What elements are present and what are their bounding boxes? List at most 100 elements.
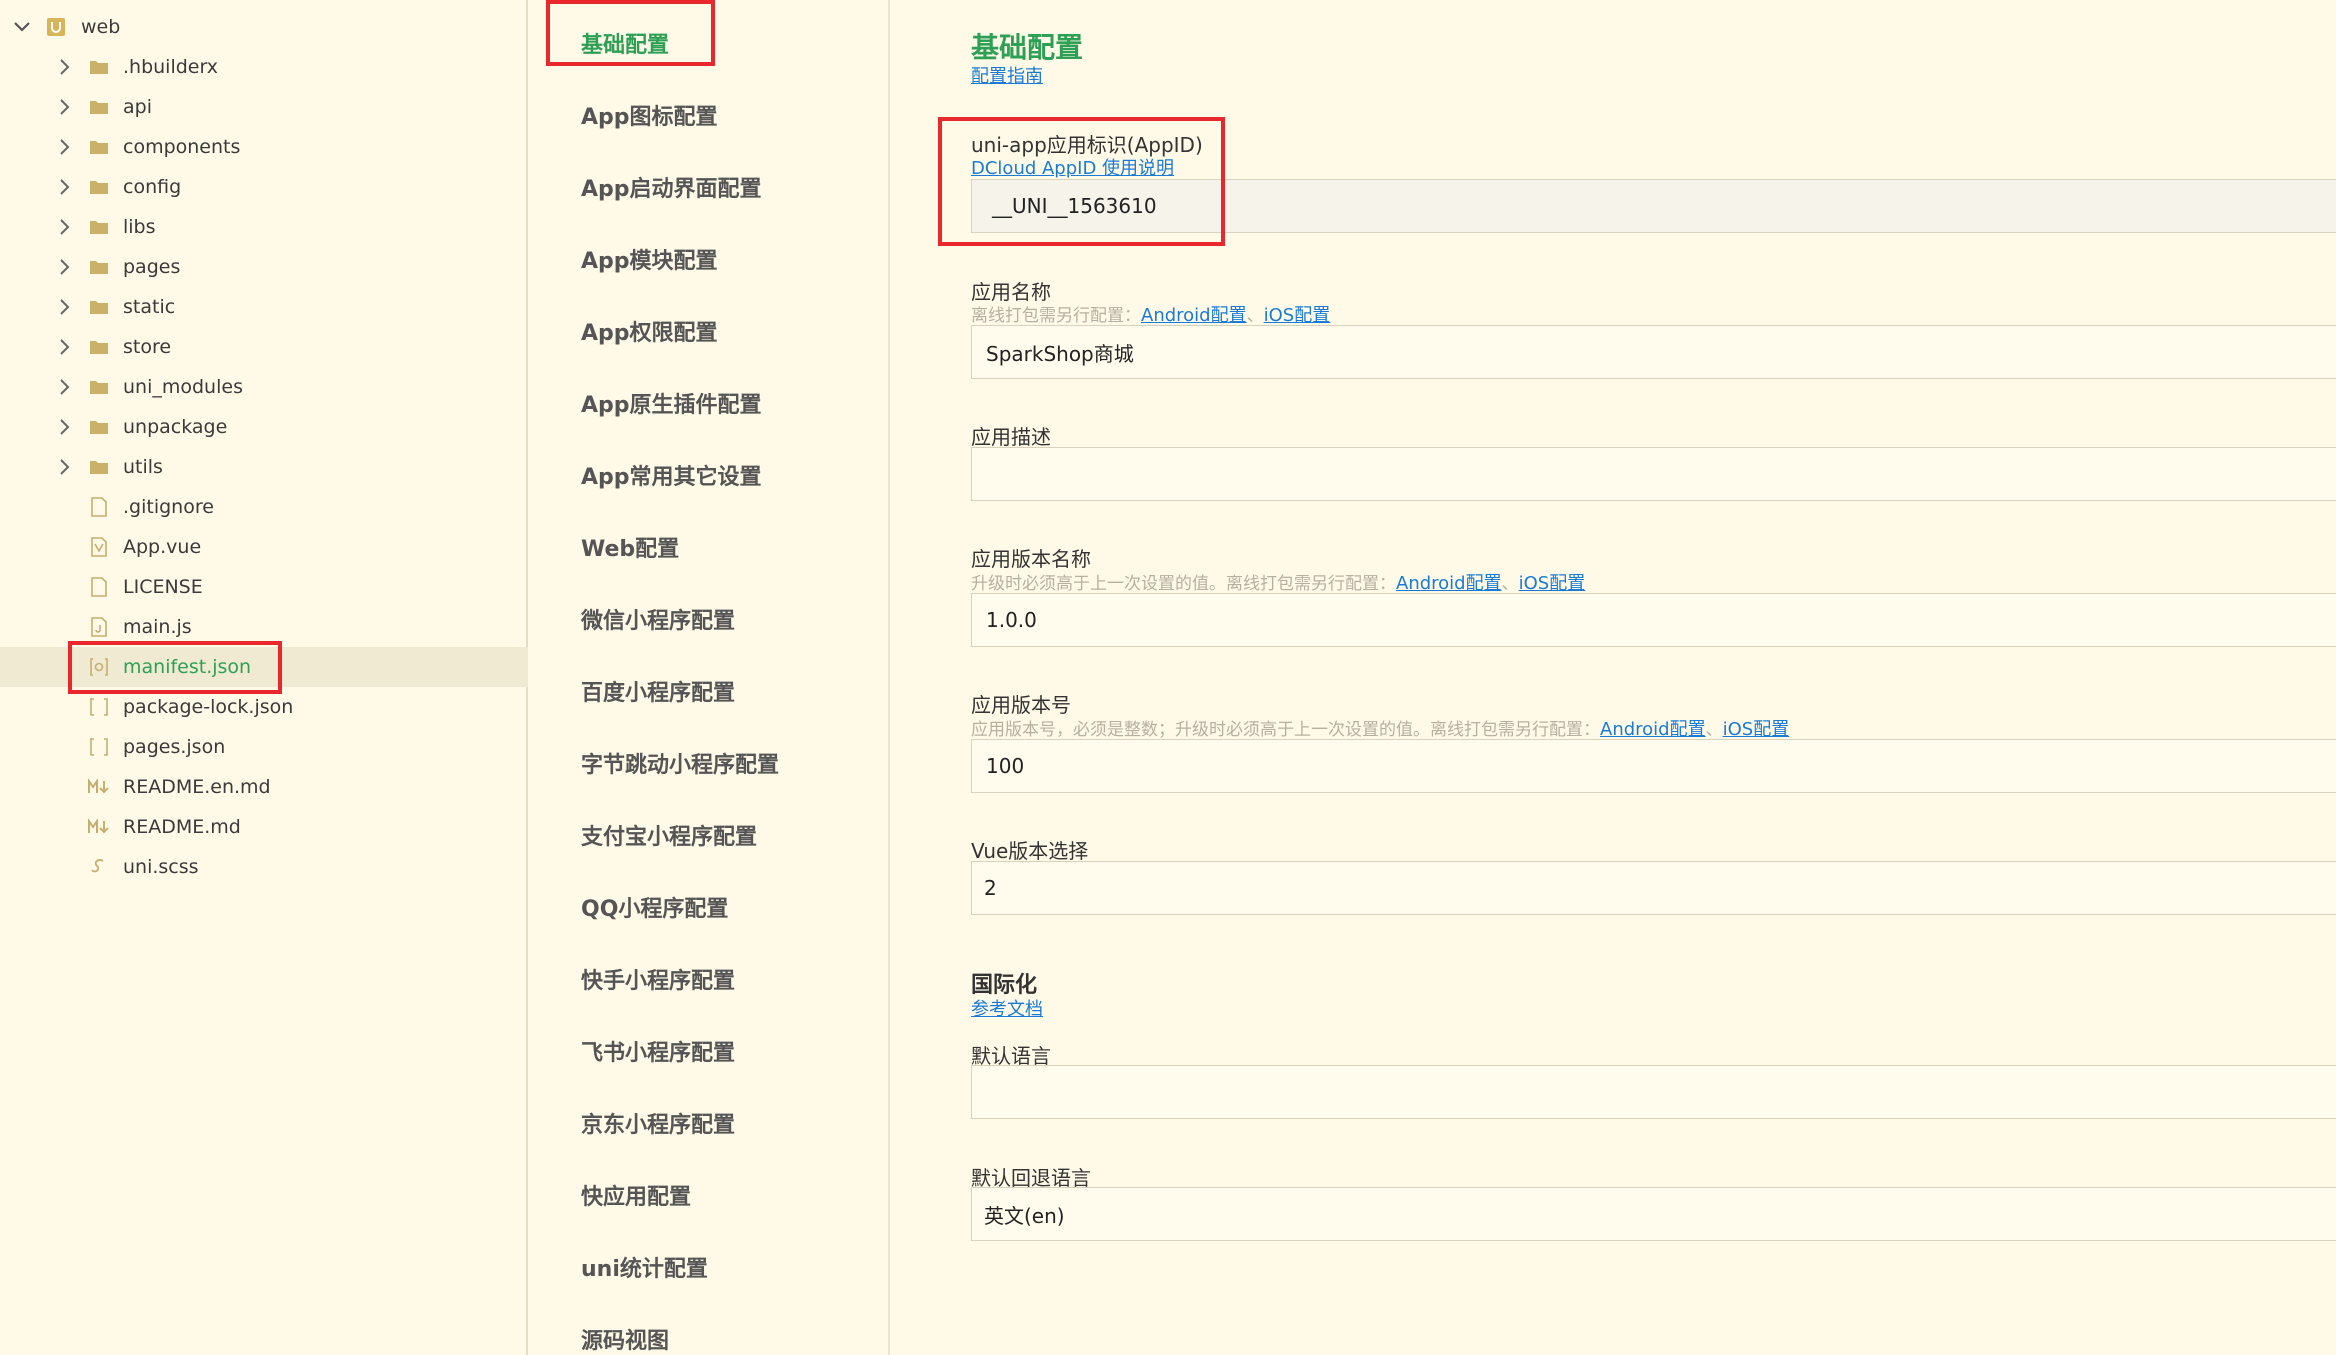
tree-item[interactable]: unpackage	[0, 407, 528, 447]
tree-item-label: uni_modules	[123, 376, 243, 398]
nav-item[interactable]: App原生插件配置	[581, 387, 762, 419]
appid-field[interactable]: __UNI__1563610	[971, 179, 2336, 233]
tree-item-label: App.vue	[123, 536, 202, 558]
nav-item[interactable]: 快应用配置	[581, 1179, 691, 1211]
tree-item[interactable]: README.md	[0, 807, 528, 847]
app-name-ios-link[interactable]: iOS配置	[1264, 305, 1331, 326]
file-icon	[88, 497, 110, 517]
nav-item[interactable]: 字节跳动小程序配置	[581, 747, 779, 779]
tree-item[interactable]: pages	[0, 247, 528, 287]
tree-item[interactable]: manifest.json	[0, 647, 528, 687]
vue-version-select[interactable]: 2	[971, 861, 2336, 915]
version-code-android-link[interactable]: Android配置	[1600, 719, 1706, 740]
nav-item[interactable]: 微信小程序配置	[581, 603, 735, 635]
tree-item[interactable]: pages.json	[0, 727, 528, 767]
tree-item[interactable]: README.en.md	[0, 767, 528, 807]
tree-item-label: utils	[123, 456, 163, 478]
chevron-right-icon[interactable]	[55, 457, 75, 477]
chevron-right-icon[interactable]	[55, 337, 75, 357]
nav-item[interactable]: 基础配置	[581, 27, 669, 59]
tree-item[interactable]: components	[0, 127, 528, 167]
app-name-android-link[interactable]: Android配置	[1141, 305, 1247, 326]
nav-item[interactable]: uni统计配置	[581, 1251, 708, 1283]
folder-icon	[88, 137, 110, 157]
version-name-field[interactable]: 1.0.0	[971, 593, 2336, 647]
version-code-ios-link[interactable]: iOS配置	[1723, 719, 1790, 740]
tree-item[interactable]: App.vue	[0, 527, 528, 567]
version-name-hint: 升级时必须高于上一次设置的值。离线打包需另行配置：Android配置、iOS配置	[971, 569, 1585, 595]
tree-item[interactable]: LICENSE	[0, 567, 528, 607]
nav-item[interactable]: App启动界面配置	[581, 171, 762, 203]
chevron-right-icon[interactable]	[55, 217, 75, 237]
tree-item-label: package-lock.json	[123, 696, 294, 718]
tree-item[interactable]: config	[0, 167, 528, 207]
tree-item-label: api	[123, 96, 152, 118]
chevron-right-icon[interactable]	[55, 57, 75, 77]
version-code-sep: 、	[1705, 720, 1723, 740]
nav-item[interactable]: App模块配置	[581, 243, 718, 275]
tree-root[interactable]: web	[0, 7, 528, 47]
tree-item[interactable]: package-lock.json	[0, 687, 528, 727]
default-lang-select[interactable]	[971, 1065, 2336, 1119]
guide-link[interactable]: 配置指南	[971, 62, 1043, 88]
nav-item[interactable]: App常用其它设置	[581, 459, 762, 491]
nav-item[interactable]: 源码视图	[581, 1323, 669, 1355]
tree-item[interactable]: uni.scss	[0, 847, 528, 887]
nav-item[interactable]: 快手小程序配置	[581, 963, 735, 995]
nav-item[interactable]: 京东小程序配置	[581, 1107, 735, 1139]
tree-item[interactable]: .hbuilderx	[0, 47, 528, 87]
tree-item[interactable]: uni_modules	[0, 367, 528, 407]
folder-icon	[88, 417, 110, 437]
json-file-icon	[88, 697, 110, 717]
folder-icon	[88, 257, 110, 277]
tree-item[interactable]: api	[0, 87, 528, 127]
tree-item[interactable]: static	[0, 287, 528, 327]
nav-item[interactable]: QQ小程序配置	[581, 891, 728, 923]
nav-item[interactable]: 支付宝小程序配置	[581, 819, 757, 851]
chevron-down-icon[interactable]	[12, 17, 32, 37]
app-name-hint-text: 离线打包需另行配置：	[971, 306, 1141, 326]
tree-item-label: libs	[123, 216, 156, 238]
manifest-file-icon	[88, 657, 110, 677]
folder-icon	[88, 377, 110, 397]
app-name-field[interactable]: SparkShop商城	[971, 325, 2336, 379]
fallback-lang-select[interactable]: 英文(en)	[971, 1187, 2336, 1241]
tree-item[interactable]: .gitignore	[0, 487, 528, 527]
chevron-right-icon[interactable]	[55, 257, 75, 277]
chevron-right-icon[interactable]	[55, 177, 75, 197]
version-name-label: 应用版本名称	[971, 547, 1091, 571]
tree-item[interactable]: main.js	[0, 607, 528, 647]
tree-item-label: pages.json	[123, 736, 226, 758]
version-name-android-link[interactable]: Android配置	[1396, 573, 1502, 594]
nav-item[interactable]: App权限配置	[581, 315, 718, 347]
nav-item[interactable]: Web配置	[581, 531, 679, 563]
tree-item[interactable]: utils	[0, 447, 528, 487]
folder-icon	[88, 177, 110, 197]
tree-item-label: config	[123, 176, 182, 198]
fallback-lang-value: 英文(en)	[984, 1203, 1065, 1228]
chevron-right-icon[interactable]	[55, 97, 75, 117]
tree-item-label: README.md	[123, 816, 241, 838]
chevron-right-icon[interactable]	[55, 417, 75, 437]
chevron-right-icon[interactable]	[55, 137, 75, 157]
app-name-hint: 离线打包需另行配置：Android配置、iOS配置	[971, 301, 1330, 327]
version-name-ios-link[interactable]: iOS配置	[1519, 573, 1586, 594]
nav-item[interactable]: 百度小程序配置	[581, 675, 735, 707]
version-name-value: 1.0.0	[986, 608, 1037, 632]
nav-item[interactable]: App图标配置	[581, 99, 718, 131]
version-name-hint-text: 升级时必须高于上一次设置的值。离线打包需另行配置：	[971, 574, 1396, 594]
i18n-doc-link[interactable]: 参考文档	[971, 995, 1043, 1021]
app-desc-field[interactable]	[971, 447, 2336, 501]
folder-icon	[88, 337, 110, 357]
config-form: 基础配置 配置指南 uni-app应用标识(AppID) DCloud AppI…	[892, 0, 2336, 1355]
tree-item-label: store	[123, 336, 172, 358]
version-code-field[interactable]: 100	[971, 739, 2336, 793]
chevron-right-icon[interactable]	[55, 297, 75, 317]
vue-version-value: 2	[984, 876, 997, 900]
tree-item[interactable]: libs	[0, 207, 528, 247]
nav-item[interactable]: 飞书小程序配置	[581, 1035, 735, 1067]
folder-icon	[88, 57, 110, 77]
chevron-right-icon[interactable]	[55, 377, 75, 397]
appid-help-link[interactable]: DCloud AppID 使用说明	[971, 154, 1174, 180]
tree-item[interactable]: store	[0, 327, 528, 367]
